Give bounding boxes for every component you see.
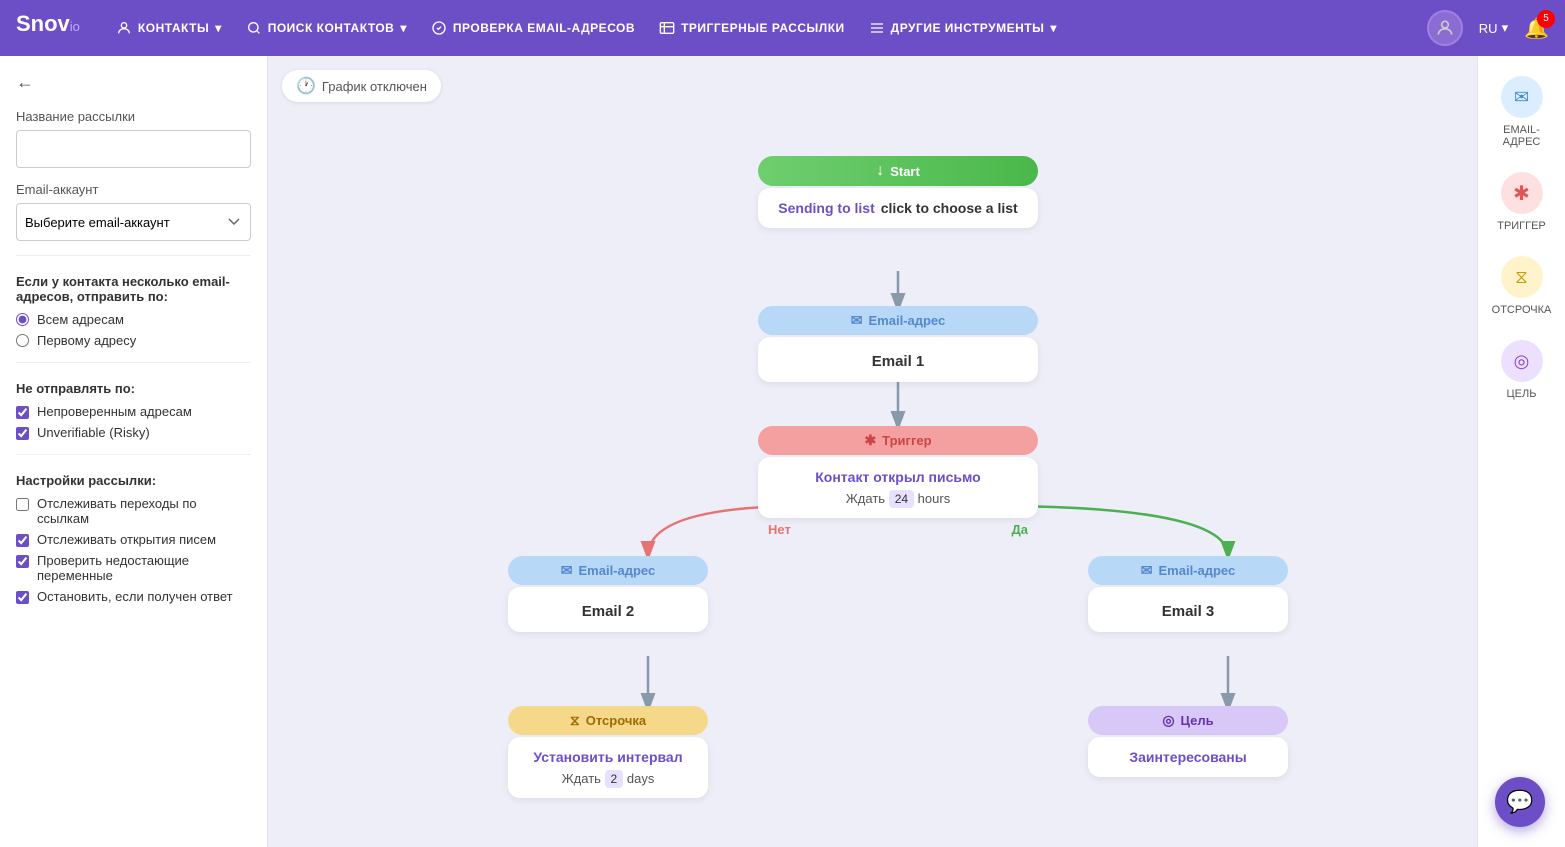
- email-icon: ✉: [561, 562, 573, 579]
- chevron-down-icon: ▾: [400, 21, 407, 35]
- trigger-icon: ✱: [864, 432, 876, 449]
- goal-node[interactable]: ◎ Цель Заинтересованы: [1088, 706, 1288, 777]
- email3-node[interactable]: ✉ Email-адрес Email 3: [1088, 556, 1288, 632]
- chevron-down-icon: ▾: [1050, 21, 1057, 35]
- settings-label: Настройки рассылки:: [16, 473, 251, 488]
- delay-node[interactable]: ⧖ Отсрочка Установить интервал Ждать 2 d…: [508, 706, 708, 798]
- checkbox-track-links[interactable]: Отслеживать переходы по ссылкам: [16, 496, 251, 526]
- choose-list-button[interactable]: click to choose a list: [881, 200, 1018, 216]
- nav-lang[interactable]: RU ▾: [1479, 20, 1508, 36]
- logo[interactable]: Snovio: [16, 11, 80, 45]
- multi-email-label: Если у контакта несколько email-адресов,…: [16, 274, 251, 304]
- goal-tool-icon: ◎: [1501, 340, 1543, 382]
- checkbox-unverified[interactable]: Непроверенным адресам: [16, 404, 251, 419]
- clock-icon: 🕐: [296, 76, 316, 96]
- nav-trigger[interactable]: ТРИГГЕРНЫЕ РАССЫЛКИ: [659, 20, 845, 36]
- do-not-send-label: Не отправлять по:: [16, 381, 251, 396]
- schedule-badge[interactable]: 🕐 График отключен: [282, 70, 441, 102]
- nav-right: RU ▾ 🔔 5: [1427, 10, 1549, 46]
- radio-first-address[interactable]: Первому адресу: [16, 333, 251, 348]
- start-node[interactable]: ↓ Start Sending to list click to choose …: [758, 156, 1038, 228]
- email-icon: ✉: [851, 312, 863, 329]
- checkbox-check-vars[interactable]: Проверить недостающие переменные: [16, 553, 251, 583]
- top-nav: Snovio КОНТАКТЫ ▾ ПОИСК КОНТАКТОВ ▾ ПРОВ…: [0, 0, 1565, 56]
- right-panel: ✉ EMAIL-АДРЕС ✱ ТРИГГЕР ⧖ ОТСРОЧКА ◎ ЦЕЛ…: [1477, 56, 1565, 847]
- email-icon: ✉: [1141, 562, 1153, 579]
- campaign-name-label: Название рассылки: [16, 109, 251, 124]
- back-button[interactable]: ←: [16, 72, 251, 93]
- canvas-area[interactable]: 🕐 График отключен: [268, 56, 1477, 847]
- checkbox-track-opens[interactable]: Отслеживать открытия писем: [16, 532, 251, 547]
- delay-icon: ⧖: [570, 712, 580, 729]
- nav-tools[interactable]: ДРУГИЕ ИНСТРУМЕНТЫ ▾: [869, 20, 1057, 36]
- nav-contacts[interactable]: КОНТАКТЫ ▾: [116, 20, 222, 36]
- radio-group: Всем адресам Первому адресу: [16, 312, 251, 348]
- nav-verify[interactable]: ПРОВЕРКА EMAIL-АДРЕСОВ: [431, 20, 635, 36]
- settings-group: Отслеживать переходы по ссылкам Отслежив…: [16, 496, 251, 604]
- goal-tool[interactable]: ◎ ЦЕЛЬ: [1484, 330, 1560, 410]
- support-bubble[interactable]: 💬: [1495, 777, 1545, 827]
- chevron-down-icon: ▾: [215, 21, 222, 35]
- checkbox-unverifiable[interactable]: Unverifiable (Risky): [16, 425, 251, 440]
- start-arrow-icon: ↓: [876, 162, 884, 180]
- do-not-send-group: Непроверенным адресам Unverifiable (Risk…: [16, 404, 251, 440]
- chat-icon: 💬: [1506, 789, 1533, 815]
- email1-node[interactable]: ✉ Email-адрес Email 1: [758, 306, 1038, 382]
- goal-icon: ◎: [1162, 712, 1174, 729]
- chevron-down-icon: ▾: [1502, 20, 1509, 36]
- yes-no-labels: Нет Да: [758, 522, 1038, 537]
- trigger-tool-icon: ✱: [1501, 172, 1543, 214]
- nav-search[interactable]: ПОИСК КОНТАКТОВ ▾: [246, 20, 407, 36]
- email-tool[interactable]: ✉ EMAIL-АДРЕС: [1484, 66, 1560, 158]
- notifications[interactable]: 🔔 5: [1524, 16, 1549, 41]
- email-tool-icon: ✉: [1501, 76, 1543, 118]
- sidebar: ← Название рассылки Email-аккаунт Выбери…: [0, 56, 268, 847]
- campaign-name-input[interactable]: [16, 130, 251, 168]
- email-account-select[interactable]: Выберите email-аккаунт: [16, 203, 251, 241]
- delay-tool[interactable]: ⧖ ОТСРОЧКА: [1484, 246, 1560, 326]
- avatar[interactable]: [1427, 10, 1463, 46]
- trigger-node[interactable]: ✱ Триггер Контакт открыл письмо Ждать 24…: [758, 426, 1038, 537]
- email2-node[interactable]: ✉ Email-адрес Email 2: [508, 556, 708, 632]
- trigger-tool[interactable]: ✱ ТРИГГЕР: [1484, 162, 1560, 242]
- delay-tool-icon: ⧖: [1501, 256, 1543, 298]
- email-account-label: Email-аккаунт: [16, 182, 251, 197]
- checkbox-stop-reply[interactable]: Остановить, если получен ответ: [16, 589, 251, 604]
- badge-count: 5: [1537, 10, 1555, 28]
- radio-all-addresses[interactable]: Всем адресам: [16, 312, 251, 327]
